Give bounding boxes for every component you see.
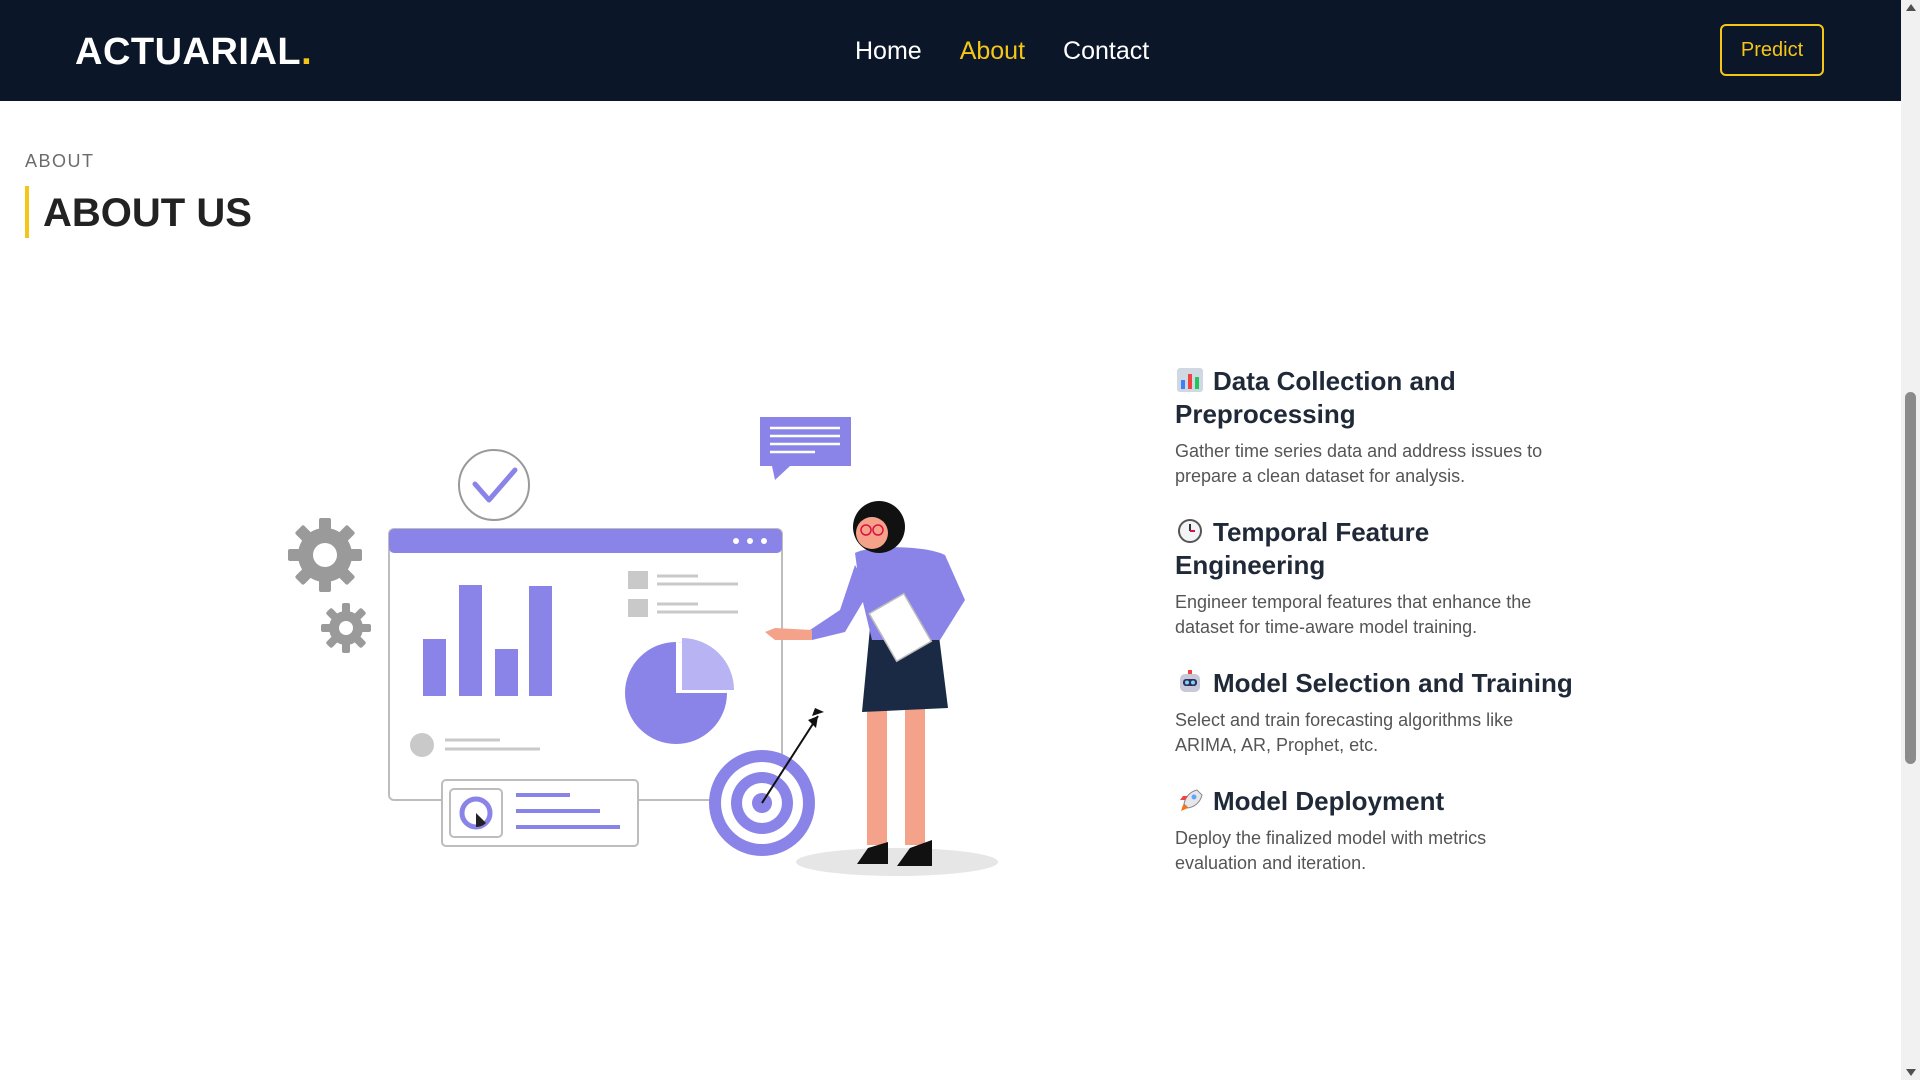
analytics-illustration xyxy=(288,417,998,876)
logo-dot: . xyxy=(301,31,313,73)
feature-item: Model Selection and Training Select and … xyxy=(1175,667,1575,758)
feature-title-text: Temporal Feature Engineering xyxy=(1175,517,1430,580)
summary-card xyxy=(441,779,639,847)
scroll-thumb[interactable] xyxy=(1905,392,1916,764)
feature-item: Data Collection and Preprocessing Gather… xyxy=(1175,365,1575,489)
feature-title: Model Selection and Training xyxy=(1175,667,1575,700)
logo[interactable]: ACTUARIAL. xyxy=(75,29,312,75)
nav-link-about[interactable]: About xyxy=(960,34,1025,68)
nav-link-contact[interactable]: Contact xyxy=(1063,34,1149,68)
clock-icon xyxy=(1178,519,1202,543)
feature-title-text: Model Selection and Training xyxy=(1213,668,1573,698)
page-title: ABOUT US xyxy=(43,191,252,235)
feature-title-text: Data Collection and Preprocessing xyxy=(1175,366,1456,429)
nav-link-home[interactable]: Home xyxy=(855,34,922,68)
predict-button[interactable]: Predict xyxy=(1720,24,1824,76)
chat-bubble-icon xyxy=(760,417,851,480)
feature-title: Data Collection and Preprocessing xyxy=(1175,365,1575,431)
logo-text: ACTUARIAL xyxy=(75,31,302,73)
feature-description: Select and train forecasting algorithms … xyxy=(1175,710,1514,755)
rocket-icon xyxy=(1179,789,1203,811)
navbar: ACTUARIAL. Home About Contact Predict xyxy=(0,0,1901,101)
feature-title: Temporal Feature Engineering xyxy=(1175,516,1575,582)
nav-links: Home About Contact xyxy=(855,34,1149,68)
scrollbar[interactable] xyxy=(1901,0,1920,1080)
feature-title-text: Model Deployment xyxy=(1213,786,1445,816)
bar-chart-icon xyxy=(1177,368,1203,392)
title-accent-bar xyxy=(25,186,29,238)
robot-icon xyxy=(1180,670,1200,692)
gear-icon-small xyxy=(321,603,371,653)
feature-title: Model Deployment xyxy=(1175,785,1575,818)
scroll-up-arrow-icon[interactable] xyxy=(1906,4,1916,11)
feature-description: Gather time series data and address issu… xyxy=(1175,441,1543,486)
features-list: Data Collection and Preprocessing Gather… xyxy=(1175,365,1575,903)
dashboard-window xyxy=(388,528,783,801)
feature-description: Engineer temporal features that enhance … xyxy=(1175,592,1532,637)
section-label: ABOUT xyxy=(25,151,95,171)
feature-description: Deploy the finalized model with metrics … xyxy=(1175,828,1487,873)
feature-item: Model Deployment Deploy the finalized mo… xyxy=(1175,785,1575,876)
gear-icon-large xyxy=(288,518,362,592)
scroll-down-arrow-icon[interactable] xyxy=(1906,1069,1916,1076)
check-icon xyxy=(458,449,530,521)
feature-item: Temporal Feature Engineering Engineer te… xyxy=(1175,516,1575,640)
